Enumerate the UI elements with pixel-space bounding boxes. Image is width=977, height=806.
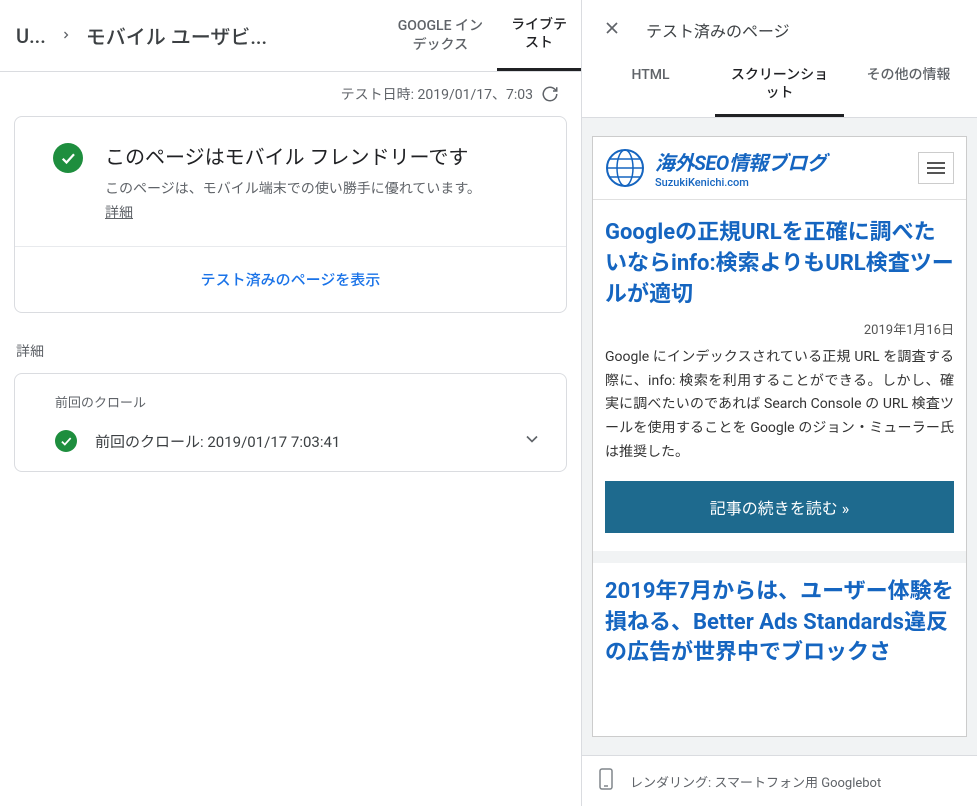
article-title[interactable]: 2019年7月からは、ユーザー体験を損ねる、Better Ads Standar… [605, 577, 954, 669]
article-body: Google にインデックスされている正規 URL を調査する際に、info: … [605, 346, 954, 465]
left-header: U... モバイル ユーザビ... GOOGLE イン デックス ライブテ スト [0, 0, 581, 72]
check-circle-icon [53, 143, 83, 173]
crawl-label: 前回のクロール [55, 392, 542, 411]
blog-article-1: Googleの正規URLを正確に調べたいならinfo:検索よりもURL検査ツール… [593, 200, 966, 550]
screenshot-preview: 海外SEO情報ブログ SuzukiKenichi.com Googleの正規UR… [582, 118, 977, 755]
breadcrumb-root[interactable]: U... [16, 24, 46, 48]
status-row: このページはモバイル フレンドリーです このページは、モバイル端末での使い勝手に… [15, 117, 566, 246]
article-title[interactable]: Googleの正規URLを正確に調べたいならinfo:検索よりもURL検査ツール… [605, 218, 954, 310]
blog-header: 海外SEO情報ブログ SuzukiKenichi.com [593, 137, 966, 200]
crawl-card[interactable]: 前回のクロール 前回のクロール: 2019/01/17 7:03:41 [14, 373, 567, 472]
render-footer-text: レンダリング: スマートフォン用 Googlebot [630, 772, 881, 791]
view-tested-page-button[interactable]: テスト済みのページを表示 [15, 247, 566, 312]
status-card: このページはモバイル フレンドリーです このページは、モバイル端末での使い勝手に… [14, 116, 567, 313]
read-more-button[interactable]: 記事の続きを読む » [605, 481, 954, 533]
blog-site-title: 海外SEO情報ブログ [655, 147, 908, 176]
status-details-link[interactable]: 詳細 [105, 205, 133, 221]
details-section-title: 詳細 [0, 313, 581, 373]
right-panel-title: テスト済みのページ [646, 18, 790, 42]
test-time-label: テスト日時: 2019/01/17、7:03 [341, 84, 533, 104]
right-header: テスト済みのページ [582, 0, 977, 52]
close-icon[interactable] [602, 18, 622, 42]
crawl-row: 前回のクロール: 2019/01/17 7:03:41 [55, 429, 542, 453]
left-tabs: GOOGLE イン デックス ライブテ スト [384, 0, 581, 71]
crawl-value: 前回のクロール: 2019/01/17 7:03:41 [95, 431, 504, 452]
hamburger-icon[interactable] [918, 152, 954, 184]
preview-frame: 海外SEO情報ブログ SuzukiKenichi.com Googleの正規UR… [592, 136, 967, 737]
smartphone-icon [598, 768, 614, 794]
refresh-icon[interactable] [541, 85, 559, 103]
status-title: このページはモバイル フレンドリーです [105, 141, 481, 170]
tab-html[interactable]: HTML [586, 52, 715, 117]
side-panel: テスト済みのページ HTML スクリーンショ ット その他の情報 海外SEO情報… [582, 0, 977, 806]
main-panel: U... モバイル ユーザビ... GOOGLE イン デックス ライブテ スト… [0, 0, 582, 806]
status-desc: このページは、モバイル端末での使い勝手に優れています。 [105, 178, 481, 198]
chevron-down-icon[interactable] [522, 429, 542, 453]
blog-site-subtitle: SuzukiKenichi.com [655, 176, 908, 189]
article-date: 2019年1月16日 [605, 319, 954, 338]
tab-google-index[interactable]: GOOGLE イン デックス [384, 0, 497, 71]
chevron-right-icon [60, 26, 72, 45]
render-footer: レンダリング: スマートフォン用 Googlebot [582, 755, 977, 806]
breadcrumb-current[interactable]: モバイル ユーザビ... [86, 21, 267, 50]
tab-live-test[interactable]: ライブテ スト [497, 0, 581, 71]
right-tabs: HTML スクリーンショ ット その他の情報 [582, 52, 977, 118]
breadcrumb: U... モバイル ユーザビ... [0, 0, 384, 71]
check-circle-icon [55, 430, 77, 452]
blog-article-2: 2019年7月からは、ユーザー体験を損ねる、Better Ads Standar… [593, 551, 966, 683]
tab-other[interactable]: その他の情報 [844, 52, 973, 117]
globe-icon [605, 148, 645, 188]
blog-title-wrap: 海外SEO情報ブログ SuzukiKenichi.com [655, 147, 908, 189]
status-text: このページはモバイル フレンドリーです このページは、モバイル端末での使い勝手に… [105, 141, 481, 222]
tab-screenshot[interactable]: スクリーンショ ット [715, 52, 844, 117]
test-time-row: テスト日時: 2019/01/17、7:03 [0, 72, 581, 116]
